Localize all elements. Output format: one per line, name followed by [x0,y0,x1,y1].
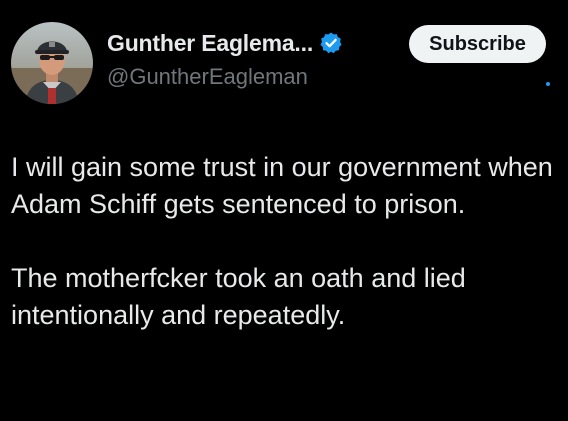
post-paragraph: The motherfcker took an oath and lied in… [11,263,466,330]
avatar-photo-icon [11,22,93,104]
tweet-card: Gunther Eaglema... @GuntherEagleman Subs… [0,0,568,421]
post-paragraph: I will gain some trust in our government… [11,152,553,219]
name-row: Gunther Eaglema... [107,24,407,62]
author-avatar[interactable] [11,22,93,104]
post-header: Gunther Eaglema... @GuntherEagleman [107,24,407,90]
post-text: I will gain some trust in our government… [11,149,561,334]
author-handle[interactable]: @GuntherEagleman [107,64,407,90]
subscribe-button[interactable]: Subscribe [409,25,546,63]
author-display-name[interactable]: Gunther Eaglema... [107,30,313,57]
verified-badge-icon[interactable] [319,31,343,55]
unread-indicator-dot [546,82,550,86]
